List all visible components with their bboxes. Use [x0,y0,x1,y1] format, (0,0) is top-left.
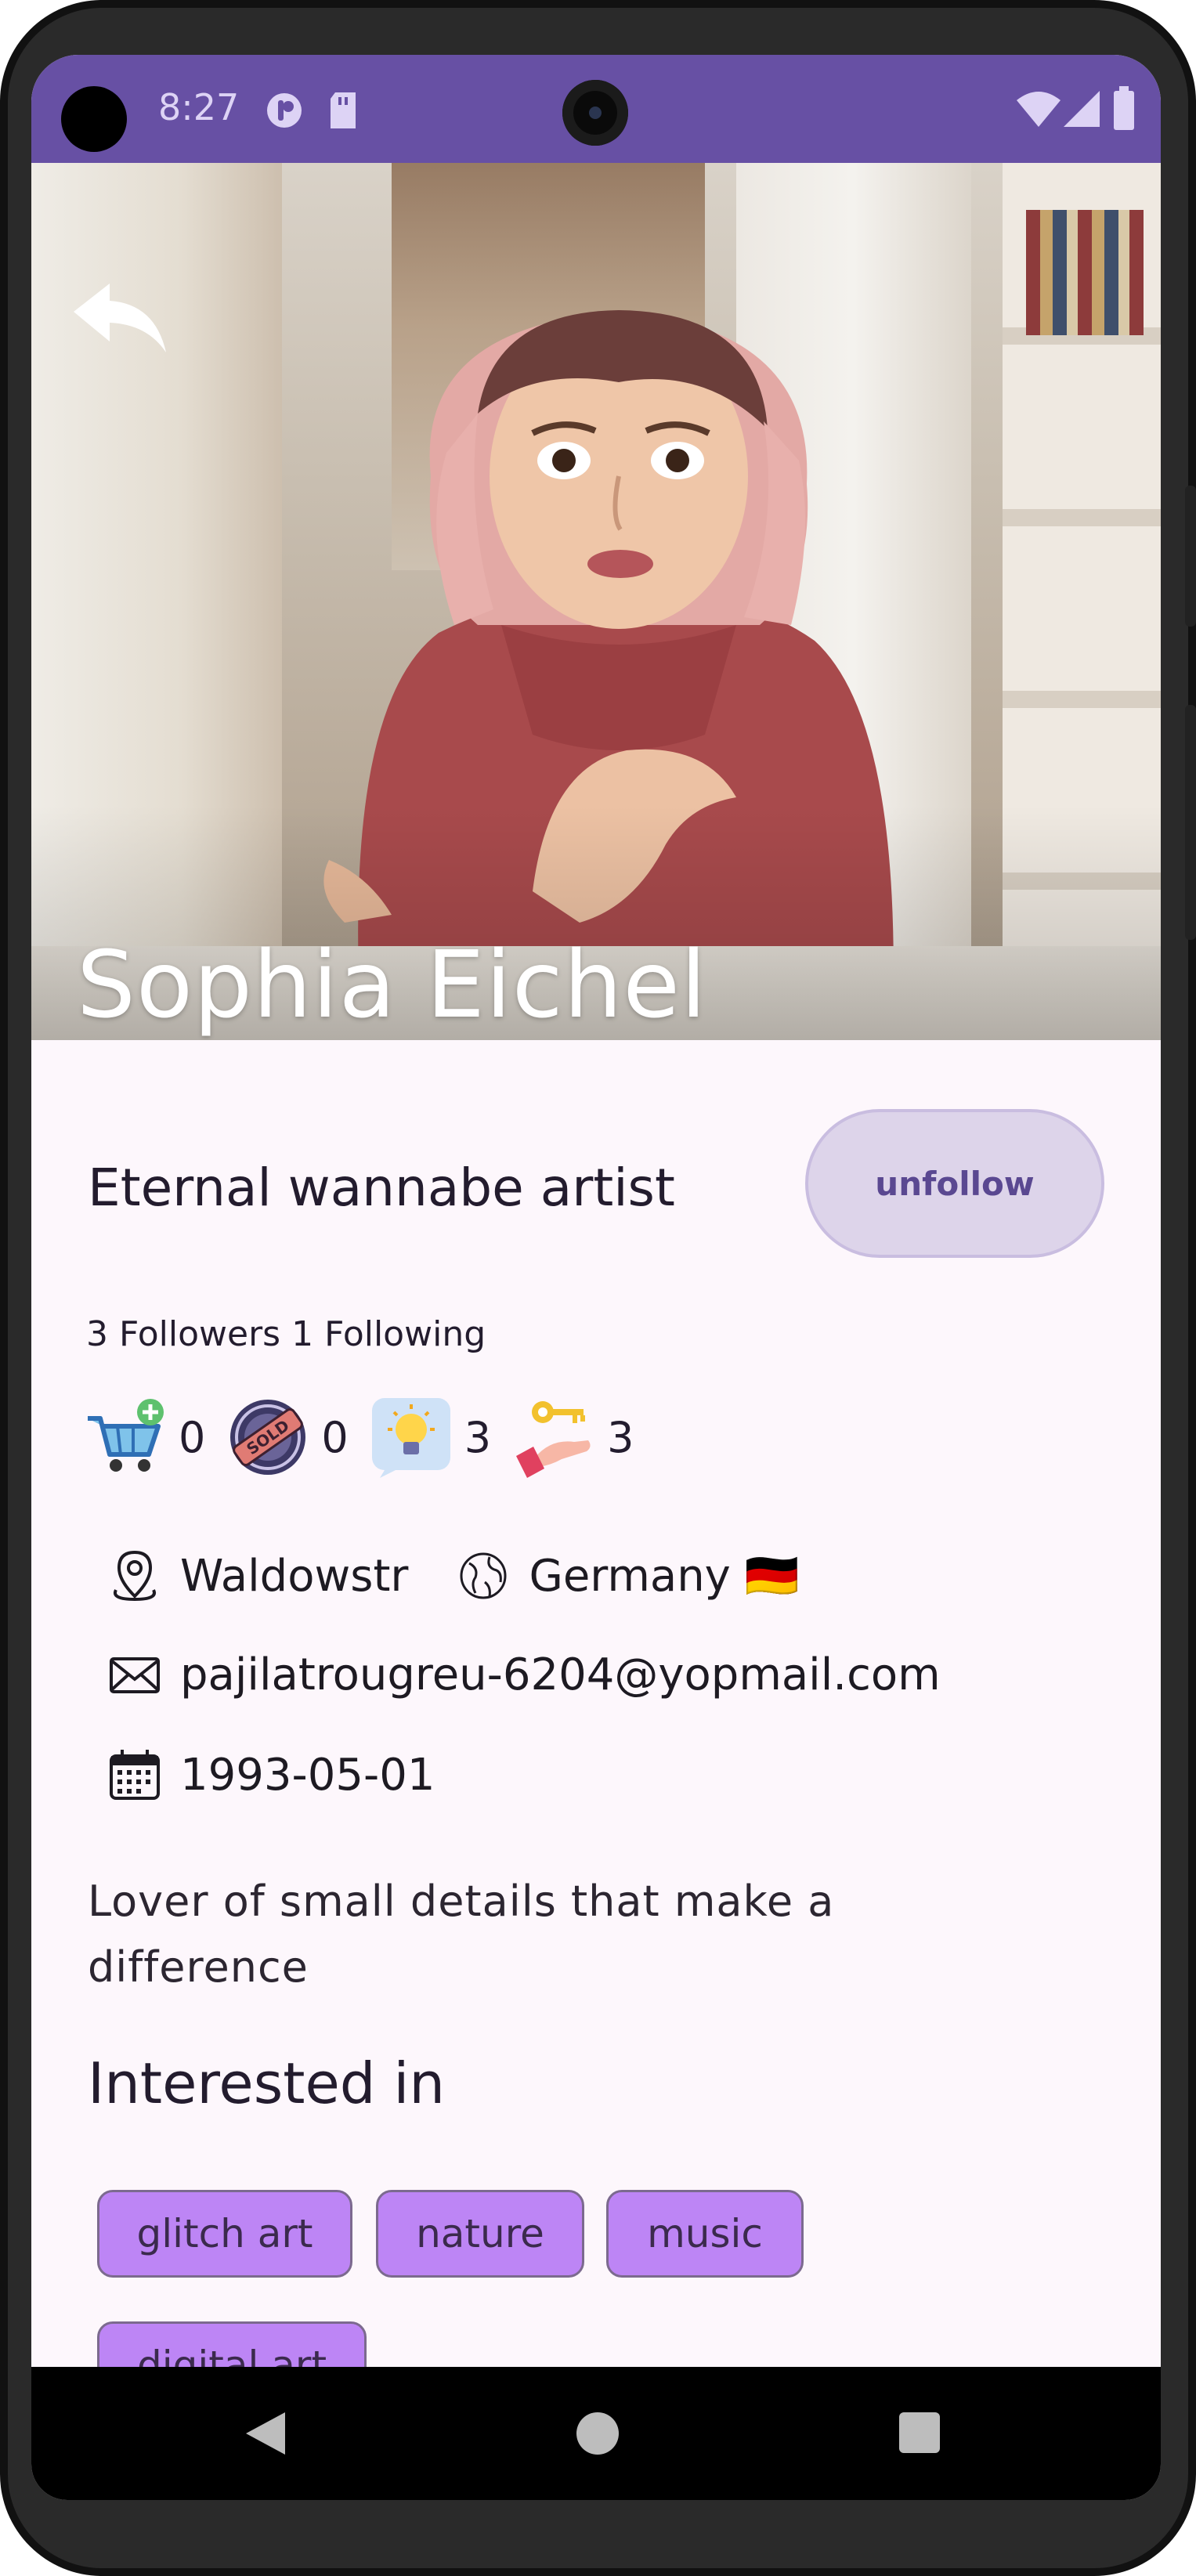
profile-name: Sophia Eichel [77,930,707,1039]
hand-key-icon [516,1401,591,1478]
triangle-back-icon [246,2412,285,2455]
stat-cart[interactable]: 0 [83,1395,205,1479]
profile-tagline: Eternal wannabe artist [88,1158,675,1218]
globe-icon [460,1552,507,1599]
interests-title: Interested in [88,2050,445,2116]
background-books [1026,210,1144,335]
app-screen: 8:27 Sophia Eichel Eternal wannabe artis… [31,55,1161,2500]
email-text[interactable]: pajilatrougreu-6204@yopmail.com [180,1649,941,1700]
interest-chip-glitch-art[interactable]: glitch art [97,2190,352,2278]
stat-sold[interactable]: SOLD 0 [226,1395,349,1479]
follow-counts: 3 Followers 1 Following [86,1314,497,1354]
back-button[interactable] [69,280,171,359]
location-pin-icon [114,1550,156,1602]
sd-card-icon [327,91,359,133]
interest-chip-nature[interactable]: nature [376,2190,584,2278]
wifi-icon [1015,89,1062,132]
sold-stamp-icon: SOLD [230,1400,306,1475]
status-bar: 8:27 [31,55,1161,163]
stats-row: 0 SOLD 0 3 3 [83,1394,654,1480]
lightbulb-idea-icon [371,1398,450,1478]
street-text: Waldowstr [180,1550,409,1602]
nav-back-button[interactable] [243,2409,288,2461]
cart-add-icon [88,1399,164,1472]
birthdate-row: 1993-05-01 [107,1747,435,1803]
mail-icon [110,1657,160,1693]
camera-cutout [61,86,127,152]
stat-sold-value: 0 [321,1412,349,1462]
notification-p-icon [265,91,304,133]
interest-chip-music[interactable]: music [606,2190,804,2278]
stat-keys-value: 3 [607,1412,634,1462]
nav-home-button[interactable] [576,2412,619,2455]
power-button [1185,486,1196,627]
front-camera [562,80,628,146]
stat-ideas-value: 3 [464,1412,492,1462]
calendar-icon [110,1750,160,1800]
stat-keys[interactable]: 3 [511,1395,634,1479]
system-nav-bar [31,2367,1161,2500]
volume-button [1185,705,1196,940]
signal-icon [1062,89,1101,132]
battery-icon [1112,86,1136,135]
email-row: pajilatrougreu-6204@yopmail.com [107,1646,941,1703]
status-time: 8:27 [158,86,240,128]
country-text: Germany 🇩🇪 [529,1551,800,1602]
stat-ideas[interactable]: 3 [369,1395,491,1479]
stat-cart-value: 0 [179,1412,206,1462]
birthdate-text: 1993-05-01 [180,1749,435,1801]
unfollow-button[interactable]: unfollow [805,1109,1104,1258]
following-count[interactable]: 1 Following [291,1314,486,1354]
location-row: Waldowstr Germany 🇩🇪 [107,1548,799,1604]
nav-recents-button[interactable] [899,2412,940,2453]
profile-photo: Sophia Eichel [31,163,1161,1040]
profile-bio: Lover of small details that make a diffe… [88,1877,835,1992]
followers-count[interactable]: 3 Followers [86,1314,280,1354]
back-arrow-icon [74,284,166,352]
